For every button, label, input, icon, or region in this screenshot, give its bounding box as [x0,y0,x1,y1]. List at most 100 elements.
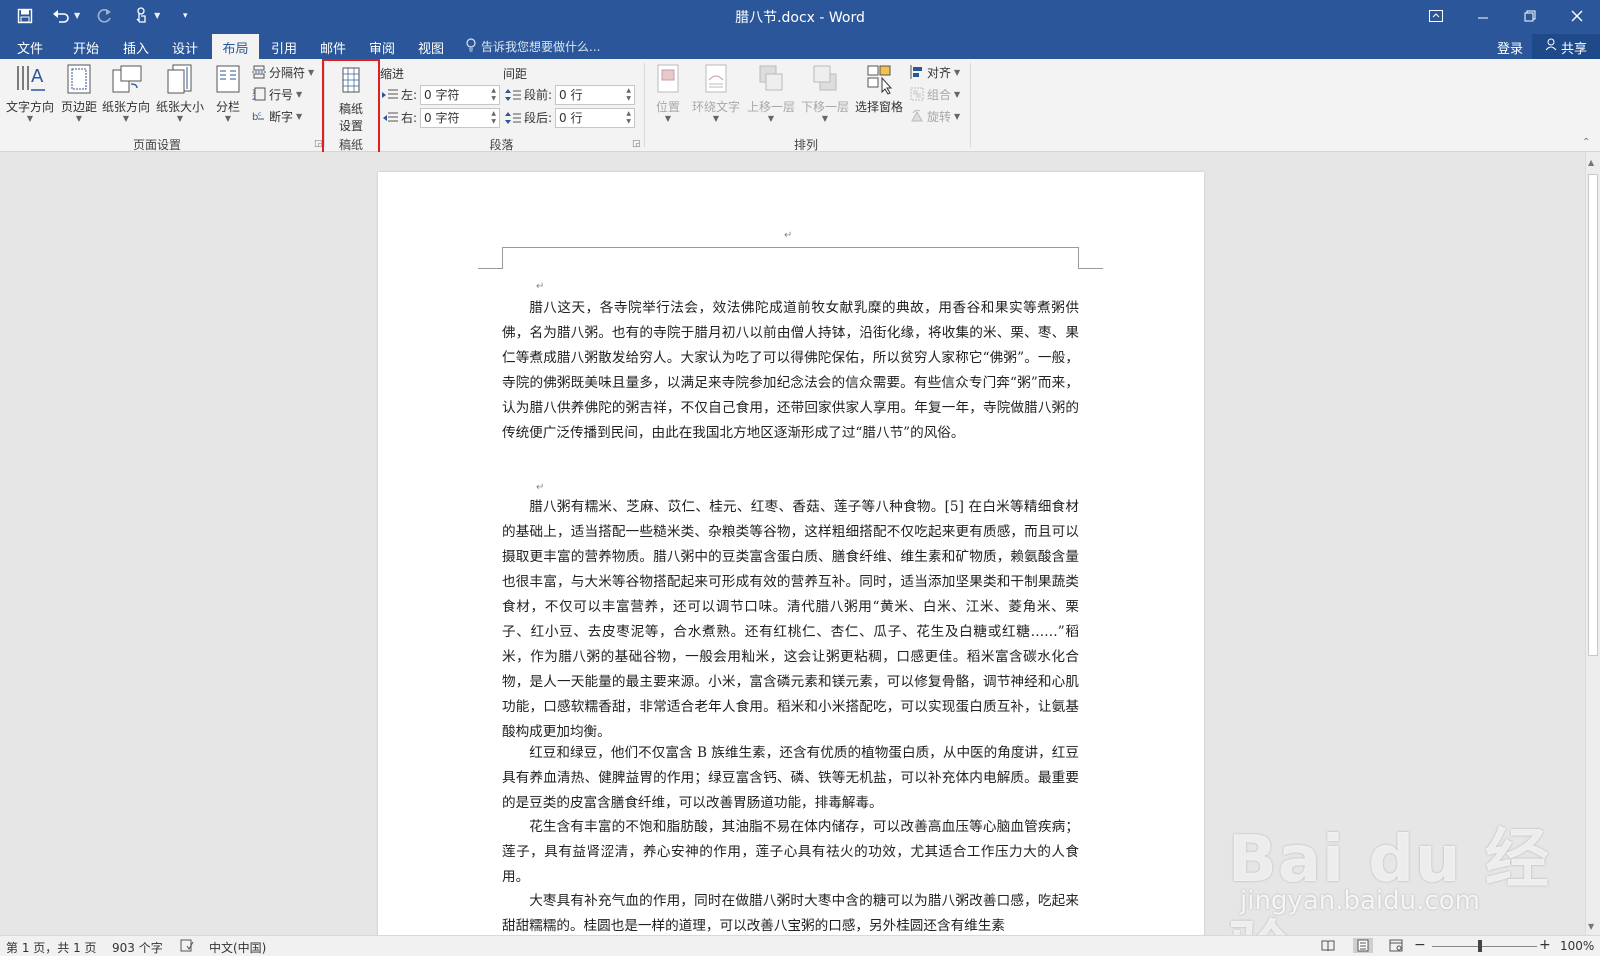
print-layout-icon[interactable] [1353,938,1373,953]
rotate-button[interactable]: 旋转 ▼ [910,106,960,126]
tab-references[interactable]: 引用 [264,34,304,59]
orientation-label: 纸张方向 [101,100,150,114]
collapse-ribbon-icon[interactable]: ⌃ [1582,137,1590,148]
proofing-icon[interactable] [180,939,194,952]
document-page[interactable]: ↵ ↵ 腊八这天，各寺院举行法会，效法佛陀成道前牧女献乳糜的典故，用香谷和果实等… [378,172,1204,935]
hyphenation-button[interactable]: bc 断字 ▼ [252,106,302,126]
tab-insert[interactable]: 插入 [116,34,156,59]
language-indicator[interactable]: 中文(中国) [209,939,266,956]
orientation-button[interactable]: 纸张方向 ▼ [100,62,152,123]
minimize-icon[interactable] [1459,0,1506,31]
spin-arrows-icon[interactable]: ▲ ▼ [491,87,496,103]
tab-file[interactable]: 文件 [10,34,50,59]
indent-right-field: 右: 0 字符 ▲ ▼ [382,107,501,128]
spacing-before-icon [505,88,521,102]
position-label: 位置 [655,100,680,114]
web-layout-icon[interactable] [1389,939,1403,952]
bring-forward-icon [754,62,788,96]
chevron-down-icon: ▼ [821,114,829,123]
undo-icon[interactable] [50,5,72,27]
indent-left-label: 左: [401,88,418,102]
selection-pane-label: 选择窗格 [854,100,903,114]
paragraph-launcher-icon[interactable]: ◲ [632,139,641,149]
text-direction-label: 文字方向 [5,100,54,114]
tab-view[interactable]: 视图 [411,34,451,59]
spin-arrows-icon[interactable]: ▲ ▼ [491,110,496,126]
spacing-before-label: 段前: [524,88,553,102]
arrange-group-label: 排列 [793,138,818,152]
indent-right-label: 右: [401,111,418,125]
ribbon-display-options-icon[interactable] [1412,0,1459,31]
tab-mailings[interactable]: 邮件 [313,34,353,59]
word-count[interactable]: 903 个字 [112,939,163,956]
share-label: 共享 [1560,42,1587,57]
send-backward-icon [808,62,842,96]
wrap-text-button[interactable]: 环绕文字 ▼ [688,62,744,123]
send-backward-button[interactable]: 下移一层 ▼ [798,62,852,123]
columns-icon [211,62,245,96]
indent-left-input[interactable]: 0 字符 ▲ ▼ [420,84,501,105]
page-count[interactable]: 第 1 页，共 1 页 [6,939,97,956]
close-icon[interactable] [1553,0,1600,31]
chevron-down-icon: ▼ [954,89,961,99]
vertical-scrollbar[interactable]: ▲ ▼ [1585,152,1600,935]
tab-home[interactable]: 开始 [66,34,106,59]
group-button[interactable]: 组合 ▼ [910,84,960,104]
save-icon[interactable] [14,5,36,27]
zoom-slider-thumb[interactable] [1478,940,1482,952]
text-direction-button[interactable]: A 文字方向 ▼ [5,62,55,123]
scroll-down-icon[interactable]: ▼ [1588,922,1594,931]
redo-icon[interactable] [94,5,116,27]
chevron-down-icon: ▼ [767,114,775,123]
zoom-out-button[interactable]: − [1414,937,1426,953]
columns-button[interactable]: 分栏 ▼ [210,62,246,123]
margin-corner-mark [478,268,503,269]
zoom-slider-track[interactable] [1432,946,1537,947]
scroll-up-icon[interactable]: ▲ [1588,158,1594,167]
tab-layout[interactable]: 布局 [212,34,259,59]
spacing-after-value: 0 行 [559,111,583,125]
hyphenation-label: 断字 [269,109,294,124]
share-button[interactable]: 共享 [1532,34,1600,59]
spin-arrows-icon[interactable]: ▲ ▼ [626,87,631,103]
line-numbers-button[interactable]: 12 行号 ▼ [252,84,302,104]
wrap-text-label: 环绕文字 [691,100,740,114]
margins-button[interactable]: 页边距 ▼ [58,62,100,123]
body-paragraph: 花生含有丰富的不饱和脂肪酸，其油脂不易在体内储存，可以改善高血压等心脑血管疾病；… [502,815,1079,890]
size-button[interactable]: 纸张大小 ▼ [154,62,206,123]
tab-review[interactable]: 审阅 [362,34,402,59]
indent-right-value: 0 字符 [424,111,460,125]
header-boundary-line [502,247,1079,248]
chevron-down-icon: ▼ [122,114,130,123]
restore-icon[interactable] [1506,0,1553,31]
text-direction-icon: A [13,62,47,96]
margin-corner-mark [1078,268,1103,269]
signin-link[interactable]: 登录 [1497,38,1523,57]
status-bar: 第 1 页，共 1 页 903 个字 中文(中国) − + 100% [0,935,1600,956]
align-button[interactable]: 对齐 ▼ [910,62,960,82]
zoom-level[interactable]: 100% [1560,939,1594,953]
spin-arrows-icon[interactable]: ▲ ▼ [626,110,631,126]
quick-access-toolbar: ▼ ▼ ▾ [14,0,196,31]
chevron-down-icon: ▼ [296,89,303,99]
chevron-down-icon: ▼ [296,111,303,121]
position-button[interactable]: 位置 ▼ [650,62,686,123]
bring-forward-button[interactable]: 上移一层 ▼ [744,62,798,123]
customize-qat-icon[interactable]: ▾ [174,5,196,27]
scrollbar-thumb[interactable] [1588,174,1598,656]
breaks-button[interactable]: 分隔符 ▼ [252,62,314,82]
undo-dropdown-icon[interactable]: ▼ [74,11,80,20]
touch-dropdown-icon[interactable]: ▼ [154,11,160,20]
tell-me-box[interactable]: 告诉我您想要做什么... [466,38,600,55]
spacing-after-label: 段后: [524,111,553,125]
zoom-in-button[interactable]: + [1539,937,1551,953]
tab-design[interactable]: 设计 [165,34,205,59]
spacing-after-input[interactable]: 0 行 ▲ ▼ [555,107,636,128]
position-icon [651,62,685,96]
spacing-before-input[interactable]: 0 行 ▲ ▼ [555,84,636,105]
touch-mode-icon[interactable] [130,5,152,27]
spacing-before-field: 段前: 0 行 ▲ ▼ [505,84,636,105]
read-mode-icon[interactable] [1321,939,1335,952]
indent-right-input[interactable]: 0 字符 ▲ ▼ [420,107,501,128]
selection-pane-button[interactable]: 选择窗格 [852,62,906,115]
